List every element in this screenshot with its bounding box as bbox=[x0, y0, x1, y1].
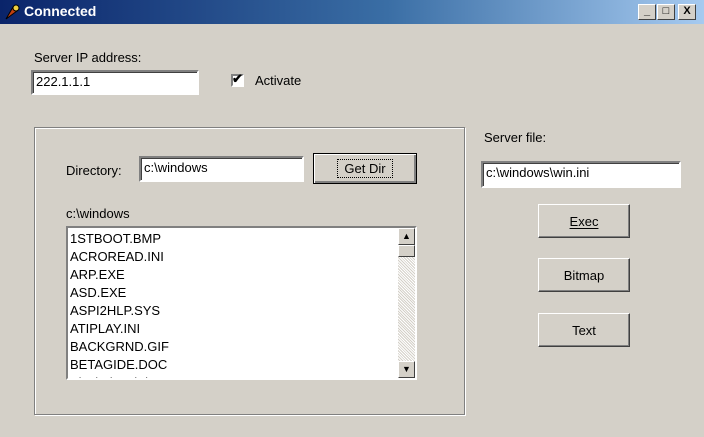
server-file-label: Server file: bbox=[484, 130, 547, 145]
file-listbox[interactable]: 1STBOOT.BMP ACROREAD.INI ARP.EXE ASD.EXE ASP… bbox=[66, 226, 417, 380]
activate-checkbox[interactable]: ✔ bbox=[231, 71, 244, 87]
scroll-thumb[interactable] bbox=[398, 245, 415, 257]
scroll-up-button[interactable]: ▲ bbox=[398, 228, 415, 245]
text-button[interactable]: Text bbox=[538, 313, 630, 347]
list-item[interactable]: ARP.EXE bbox=[70, 266, 170, 284]
list-item[interactable]: ASPI2HLP.SYS bbox=[70, 302, 170, 320]
server-file-field-frame bbox=[481, 161, 681, 188]
list-item[interactable]: ATIPLAY.INI bbox=[70, 320, 170, 338]
minimize-button[interactable]: _ bbox=[638, 4, 656, 20]
list-item[interactable]: ACROREAD.INI bbox=[70, 248, 170, 266]
title-bar[interactable]: Connected _ □ X bbox=[0, 0, 704, 24]
list-item[interactable]: 1STBOOT.BMP bbox=[70, 230, 170, 248]
close-button[interactable]: X bbox=[678, 4, 696, 20]
directory-input[interactable] bbox=[141, 158, 302, 177]
app-icon bbox=[5, 4, 20, 20]
server-ip-input[interactable] bbox=[33, 72, 197, 91]
window-title: Connected bbox=[24, 3, 97, 19]
directory-field-frame bbox=[139, 156, 304, 182]
exec-button-label: Exec bbox=[569, 213, 599, 229]
list-item[interactable]: ASD.EXE bbox=[70, 284, 170, 302]
text-button-label: Text bbox=[572, 322, 596, 338]
server-ip-field-frame bbox=[31, 70, 199, 95]
maximize-button[interactable]: □ bbox=[657, 4, 675, 20]
current-directory-label: c:\windows bbox=[66, 206, 130, 221]
bitmap-button[interactable]: Bitmap bbox=[538, 258, 630, 292]
get-dir-button-label: Get Dir bbox=[337, 159, 393, 178]
server-file-input[interactable] bbox=[483, 163, 679, 182]
file-list: 1STBOOT.BMP ACROREAD.INI ARP.EXE ASD.EXE ASP… bbox=[70, 230, 170, 378]
checkmark-icon: ✔ bbox=[232, 71, 243, 86]
list-item[interactable]: BACKGRND.GIF bbox=[70, 338, 170, 356]
exec-button[interactable]: Exec bbox=[538, 204, 630, 238]
list-item[interactable]: BETAGIDE.DOC bbox=[70, 356, 170, 374]
directory-label: Directory: bbox=[66, 163, 122, 178]
get-dir-button[interactable]: Get Dir bbox=[313, 153, 417, 184]
activate-label: Activate bbox=[255, 73, 302, 88]
list-item[interactable]: BlackThatch.bmp bbox=[70, 374, 170, 378]
scrollbar[interactable]: ▲ ▼ bbox=[398, 228, 415, 378]
bitmap-button-label: Bitmap bbox=[563, 267, 605, 283]
server-ip-label: Server IP address: bbox=[34, 50, 142, 65]
scroll-down-button[interactable]: ▼ bbox=[398, 361, 415, 378]
